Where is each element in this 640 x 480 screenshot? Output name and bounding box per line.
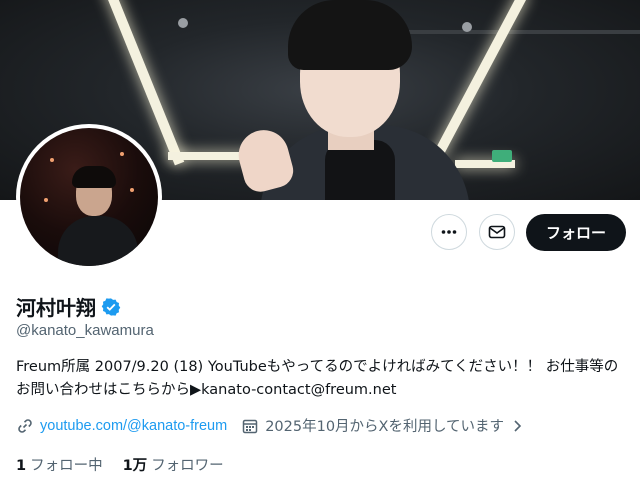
link-icon (18, 418, 32, 433)
follow-button[interactable]: フォロー (526, 214, 626, 251)
profile-meta: youtube.com/@kanato-freum 2025年10月からXを利用… (16, 415, 544, 436)
chevron-right-icon (514, 419, 522, 432)
message-button[interactable] (479, 214, 515, 250)
more-button[interactable] (431, 214, 467, 250)
avatar[interactable] (16, 124, 162, 270)
calendar-icon (242, 419, 258, 433)
more-horizontal-icon (441, 230, 457, 234)
banner-lamp (178, 18, 188, 28)
user-handle: @kanato_kawamura (16, 322, 154, 339)
bio-text: Freum所属 2007/9.20 (18) YouTubeもやってるのでよけれ… (16, 359, 619, 398)
verified-badge-icon[interactable] (101, 297, 121, 317)
envelope-icon (488, 225, 506, 239)
followers-label: フォロワー (151, 458, 224, 474)
following-count: 1 (16, 458, 27, 474)
followers-stat[interactable]: 1万 フォロワー (123, 454, 224, 475)
avatar-image (20, 128, 158, 266)
profile-link-text[interactable]: youtube.com/@kanato-freum (40, 418, 227, 434)
name-row: 河村叶翔 (16, 292, 121, 321)
following-label: フォロー中 (30, 458, 103, 474)
profile-link[interactable]: youtube.com/@kanato-freum (16, 417, 227, 435)
followers-count: 1万 (122, 458, 148, 474)
join-date[interactable]: 2025年10月からXを利用しています (241, 415, 530, 436)
display-name: 河村叶翔 (16, 296, 96, 320)
banner-person (200, 0, 500, 200)
follow-stats: 1 フォロー中 1万 フォロワー (16, 454, 244, 475)
join-date-text: 2025年10月からXを利用しています (265, 419, 505, 435)
following-stat[interactable]: 1 フォロー中 (16, 454, 103, 475)
